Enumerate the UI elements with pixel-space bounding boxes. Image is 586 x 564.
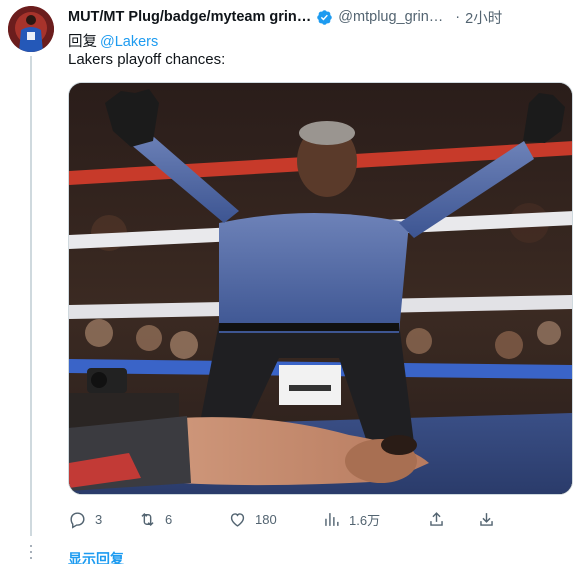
reply-button[interactable]: 3 (68, 510, 138, 529)
like-count: 180 (255, 511, 277, 527)
thread-line (30, 56, 32, 536)
views-bar-chart-icon (325, 512, 339, 526)
avatar-image (8, 6, 54, 52)
separator-dot: · (455, 9, 461, 25)
like-button[interactable]: 180 (228, 510, 322, 529)
reply-icon (70, 511, 85, 529)
download-icon (480, 512, 493, 526)
tweet-text: Lakers playoff chances: (68, 51, 226, 68)
retweet-button[interactable]: 6 (138, 510, 228, 529)
tweet-media-image[interactable] (68, 82, 573, 495)
retweet-icon (141, 512, 154, 526)
replying-to: 回复 @Lakers (68, 30, 158, 51)
timestamp[interactable]: 2小时 (465, 7, 502, 28)
views-count: 1.6万 (349, 512, 381, 528)
retweet-count: 6 (165, 511, 173, 527)
avatar[interactable] (8, 6, 54, 52)
tweet: MUT/MT Plug/badge/myteam grin… @mtplug_g… (0, 0, 586, 564)
download-button[interactable] (477, 510, 496, 529)
reply-count: 3 (95, 511, 103, 527)
tweet-header: MUT/MT Plug/badge/myteam grin… @mtplug_g… (68, 7, 572, 27)
author-display-name[interactable]: MUT/MT Plug/badge/myteam grin… (68, 9, 311, 25)
boxing-knockout-photo (69, 83, 572, 494)
verified-badge-icon (317, 9, 333, 25)
replying-to-mention[interactable]: @Lakers (100, 34, 158, 50)
replying-to-label: 回复 (68, 34, 97, 50)
tweet-actions: 3 6 180 1.6万 (68, 508, 508, 530)
thread-more-dots-icon (29, 545, 33, 559)
show-replies-link[interactable]: 显示回复 (68, 549, 124, 564)
author-handle[interactable]: @mtplug_grin… (338, 9, 443, 25)
views-button[interactable]: 1.6万 (322, 510, 427, 529)
share-button[interactable] (427, 510, 477, 529)
heart-icon (230, 512, 245, 527)
share-upload-icon (430, 511, 443, 526)
